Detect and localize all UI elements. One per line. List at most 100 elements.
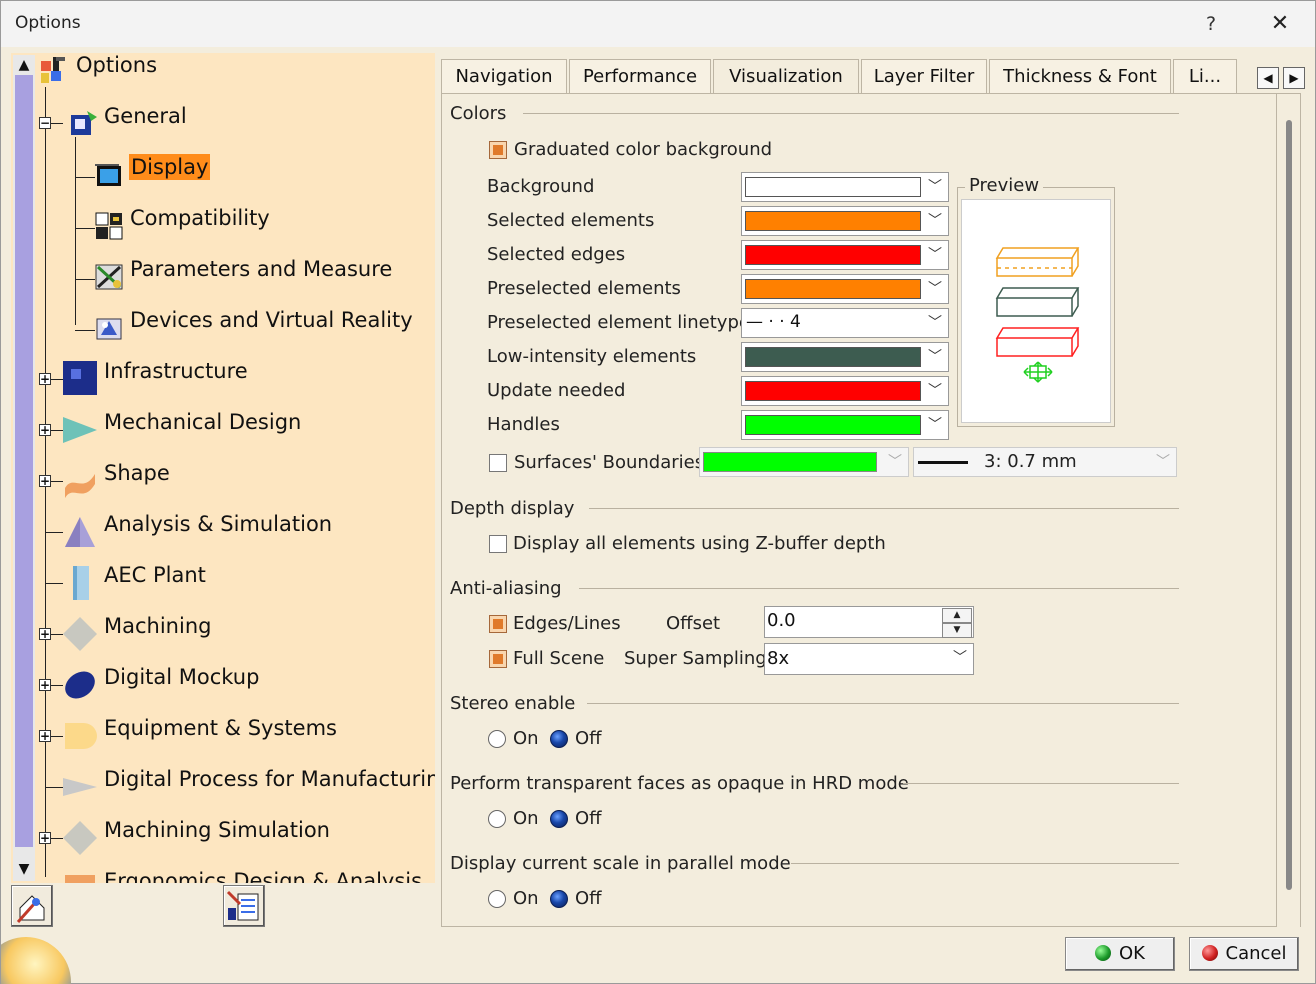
- chevron-down-icon: ﹀: [928, 349, 942, 365]
- content-scrollbar[interactable]: [1277, 93, 1301, 927]
- tree-scrollbar-thumb[interactable]: [15, 75, 33, 847]
- handles-color-combo[interactable]: ﹀: [741, 410, 949, 440]
- content-scrollbar-thumb[interactable]: [1286, 120, 1292, 890]
- chevron-down-icon: ﹀: [928, 247, 942, 263]
- offset-decrement-icon[interactable]: ▼: [942, 623, 972, 638]
- tree-item-digital-mockup[interactable]: Digital Mockup: [104, 665, 259, 689]
- compatibility-icon: [93, 209, 127, 243]
- color-swatch: [745, 347, 921, 367]
- tree-item-digital-process[interactable]: Digital Process for Manufacturing: [104, 767, 435, 791]
- tab-strip: Navigation Performance Visualization Lay…: [441, 59, 1309, 93]
- stereo-off-label: Off: [575, 728, 602, 749]
- title-bar: Options ? ✕: [1, 1, 1315, 47]
- tree-item-parameters[interactable]: Parameters and Measure: [130, 257, 392, 281]
- low-intensity-label: Low-intensity elements: [487, 346, 697, 367]
- mechanical-design-icon: [63, 413, 97, 447]
- tree-item-compatibility[interactable]: Compatibility: [130, 206, 270, 230]
- tab-performance[interactable]: Performance: [569, 59, 711, 93]
- edges-lines-checkbox[interactable]: [489, 615, 507, 633]
- tab-thickness-font[interactable]: Thickness & Font: [989, 59, 1171, 93]
- tree-item-shape[interactable]: Shape: [104, 461, 170, 485]
- expand-icon[interactable]: +: [39, 730, 51, 742]
- close-button[interactable]: ✕: [1263, 9, 1297, 39]
- tab-layer-filter[interactable]: Layer Filter: [861, 59, 987, 93]
- selected-edges-color-combo[interactable]: ﹀: [741, 240, 949, 270]
- expand-icon[interactable]: +: [39, 373, 51, 385]
- background-color-combo[interactable]: ﹀: [741, 172, 949, 202]
- expand-icon[interactable]: +: [39, 679, 51, 691]
- tree-item-options[interactable]: Options: [76, 53, 157, 77]
- expand-icon[interactable]: +: [39, 424, 51, 436]
- home-tool-button[interactable]: [11, 885, 53, 927]
- color-swatch: [745, 381, 921, 401]
- hrd-section-title: Perform transparent faces as opaque in H…: [450, 773, 909, 794]
- tree-item-aec-plant[interactable]: AEC Plant: [104, 563, 206, 587]
- surfaces-color-combo[interactable]: ﹀: [699, 447, 909, 477]
- tab-prev-icon[interactable]: ◀: [1257, 67, 1279, 89]
- tree-item-machining-simulation[interactable]: Machining Simulation: [104, 818, 330, 842]
- color-swatch: [745, 177, 921, 197]
- color-swatch: [745, 279, 921, 299]
- chevron-down-icon: ﹀: [953, 650, 967, 666]
- settings-tool-button[interactable]: [223, 885, 265, 927]
- scale-on-radio[interactable]: [488, 890, 506, 908]
- chevron-down-icon: ﹀: [928, 213, 942, 229]
- tree-item-devices[interactable]: Devices and Virtual Reality: [130, 308, 413, 332]
- stereo-off-radio[interactable]: [550, 730, 568, 748]
- stereo-section-title: Stereo enable: [450, 693, 576, 714]
- low-intensity-color-combo[interactable]: ﹀: [741, 342, 949, 372]
- ok-label: OK: [1119, 943, 1145, 964]
- zbuffer-checkbox[interactable]: [489, 535, 507, 553]
- tree-item-display[interactable]: Display: [129, 154, 211, 180]
- collapse-icon[interactable]: −: [39, 117, 51, 129]
- zbuffer-label: Display all elements using Z-buffer dept…: [513, 533, 886, 554]
- cancel-button[interactable]: Cancel: [1189, 937, 1299, 971]
- tab-navigation[interactable]: Navigation: [441, 59, 567, 93]
- scroll-down-icon[interactable]: ▼: [15, 860, 33, 878]
- preview-canvas: [961, 199, 1111, 423]
- thickness-line-icon: [918, 461, 968, 464]
- tree-item-machining[interactable]: Machining: [104, 614, 211, 638]
- update-needed-color-combo[interactable]: ﹀: [741, 376, 949, 406]
- tab-next-icon[interactable]: ▶: [1283, 67, 1305, 89]
- graduated-background-checkbox[interactable]: [489, 141, 507, 159]
- hrd-on-radio[interactable]: [488, 810, 506, 828]
- tree-item-mechanical-design[interactable]: Mechanical Design: [104, 410, 301, 434]
- selected-edges-label: Selected edges: [487, 244, 626, 265]
- expand-icon[interactable]: +: [39, 475, 51, 487]
- surfaces-boundaries-checkbox[interactable]: [489, 454, 507, 472]
- stereo-on-radio[interactable]: [488, 730, 506, 748]
- tree-item-infrastructure[interactable]: Infrastructure: [104, 359, 248, 383]
- tab-li[interactable]: Li...: [1173, 59, 1237, 93]
- expand-icon[interactable]: +: [39, 832, 51, 844]
- expand-icon[interactable]: +: [39, 628, 51, 640]
- display-icon: [93, 158, 127, 192]
- preselected-linetype-combo[interactable]: — · · 4 ﹀: [741, 308, 949, 338]
- hrd-off-radio[interactable]: [550, 810, 568, 828]
- display-label: Display: [129, 154, 211, 180]
- preselected-elements-color-combo[interactable]: ﹀: [741, 274, 949, 304]
- selected-elements-color-combo[interactable]: ﹀: [741, 206, 949, 236]
- scale-off-radio[interactable]: [550, 890, 568, 908]
- tree-scrollbar[interactable]: ▲ ▼: [13, 55, 35, 881]
- stereo-on-label: On: [513, 728, 539, 749]
- tree-item-equipment-systems[interactable]: Equipment & Systems: [104, 716, 337, 740]
- scroll-up-icon[interactable]: ▲: [15, 56, 33, 74]
- full-scene-checkbox[interactable]: [489, 650, 507, 668]
- tree-item-analysis-simulation[interactable]: Analysis & Simulation: [104, 512, 332, 536]
- settings-icon: [226, 890, 259, 921]
- offset-label: Offset: [666, 613, 721, 634]
- tab-visualization[interactable]: Visualization: [713, 59, 859, 93]
- tree-item-ergonomics[interactable]: Ergonomics Design & Analysis: [104, 869, 422, 883]
- help-button[interactable]: ?: [1197, 10, 1225, 38]
- surfaces-thickness-combo[interactable]: 3: 0.7 mm ﹀: [913, 447, 1177, 477]
- offset-increment-icon[interactable]: ▲: [942, 608, 972, 623]
- depth-section-title: Depth display: [450, 498, 575, 519]
- ok-button[interactable]: OK: [1065, 937, 1175, 971]
- window-title: Options: [15, 13, 81, 33]
- equipment-systems-icon: [63, 719, 97, 753]
- tree-item-general[interactable]: General: [104, 104, 187, 128]
- selected-elements-label: Selected elements: [487, 210, 655, 231]
- edges-lines-label: Edges/Lines: [513, 613, 621, 634]
- super-sampling-select[interactable]: 8x ﹀: [764, 643, 974, 675]
